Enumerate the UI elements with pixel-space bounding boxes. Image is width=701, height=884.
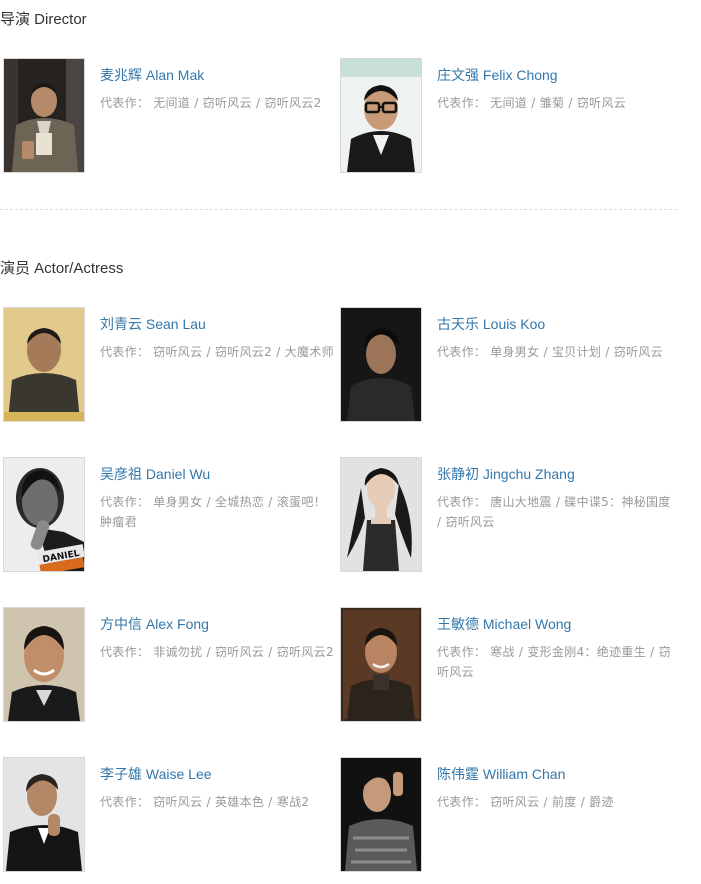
works-label: 代表作： xyxy=(437,96,487,110)
person-card: 张静初 Jingchu Zhang 代表作： 唐山大地震 / 碟中谍5：神秘国度 … xyxy=(337,457,674,572)
person-photo[interactable] xyxy=(340,58,422,173)
person-card: 王敏德 Michael Wong 代表作： 寒战 / 变形金刚4：绝迹重生 / 窃… xyxy=(337,607,674,722)
person-photo[interactable] xyxy=(3,607,85,722)
person-name-link[interactable]: 王敏德 Michael Wong xyxy=(437,615,671,633)
person-card: 方中信 Alex Fong 代表作： 非诚勿扰 / 窃听风云 / 窃听风云2 xyxy=(0,607,337,722)
person-photo[interactable] xyxy=(340,607,422,722)
representative-works: 代表作： 唐山大地震 / 碟中谍5：神秘国度 / 窃听风云 xyxy=(437,492,671,532)
works-list: 窃听风云 / 英雄本色 / 寒战2 xyxy=(153,795,310,809)
person-name-link[interactable]: 庄文强 Felix Chong xyxy=(437,66,671,84)
person-photo[interactable] xyxy=(3,307,85,422)
person-card: DANIEL 吴彦祖 Daniel Wu 代表作： 单身男女 / 全城热恋 / 滚… xyxy=(0,457,337,572)
person-card: 古天乐 Louis Koo 代表作： 单身男女 / 宝贝计划 / 窃听风云 xyxy=(337,307,674,422)
works-label: 代表作： xyxy=(437,645,487,659)
person-photo[interactable] xyxy=(3,757,85,872)
works-label: 代表作： xyxy=(100,96,150,110)
person-card: 刘青云 Sean Lau 代表作： 窃听风云 / 窃听风云2 / 大魔术师 xyxy=(0,307,337,422)
representative-works: 代表作： 窃听风云 / 前度 / 爵迹 xyxy=(437,792,671,812)
works-label: 代表作： xyxy=(437,345,487,359)
person-name-link[interactable]: 麦兆辉 Alan Mak xyxy=(100,66,334,84)
person-card: 麦兆辉 Alan Mak 代表作： 无间道 / 窃听风云 / 窃听风云2 xyxy=(0,58,337,173)
works-label: 代表作： xyxy=(437,795,487,809)
works-list: 无间道 / 窃听风云 / 窃听风云2 xyxy=(153,96,322,110)
works-label: 代表作： xyxy=(100,495,150,509)
section-divider xyxy=(0,209,677,210)
person-card: 陈伟霆 William Chan 代表作： 窃听风云 / 前度 / 爵迹 xyxy=(337,757,674,872)
person-photo[interactable] xyxy=(340,457,422,572)
representative-works: 代表作： 窃听风云 / 窃听风云2 / 大魔术师 xyxy=(100,342,334,362)
representative-works: 代表作： 无间道 / 窃听风云 / 窃听风云2 xyxy=(100,93,334,113)
person-name-link[interactable]: 刘青云 Sean Lau xyxy=(100,315,334,333)
representative-works: 代表作： 无间道 / 雏菊 / 窃听风云 xyxy=(437,93,671,113)
person-photo[interactable]: DANIEL xyxy=(3,457,85,572)
works-label: 代表作： xyxy=(100,345,150,359)
actor-section-title: 演员 Actor/Actress xyxy=(0,260,124,277)
person-name-link[interactable]: 方中信 Alex Fong xyxy=(100,615,334,633)
person-name-link[interactable]: 吴彦祖 Daniel Wu xyxy=(100,465,334,483)
person-photo[interactable] xyxy=(3,58,85,173)
representative-works: 代表作： 非诚勿扰 / 窃听风云 / 窃听风云2 xyxy=(100,642,334,662)
person-card: 李子雄 Waise Lee 代表作： 窃听风云 / 英雄本色 / 寒战2 xyxy=(0,757,337,872)
representative-works: 代表作： 寒战 / 变形金刚4：绝迹重生 / 窃听风云 xyxy=(437,642,671,682)
person-name-link[interactable]: 张静初 Jingchu Zhang xyxy=(437,465,671,483)
works-label: 代表作： xyxy=(100,645,150,659)
person-name-link[interactable]: 古天乐 Louis Koo xyxy=(437,315,671,333)
person-name-link[interactable]: 李子雄 Waise Lee xyxy=(100,765,334,783)
works-list: 窃听风云 / 前度 / 爵迹 xyxy=(490,795,614,809)
works-list: 单身男女 / 宝贝计划 / 窃听风云 xyxy=(490,345,663,359)
person-name-link[interactable]: 陈伟霆 William Chan xyxy=(437,765,671,783)
works-label: 代表作： xyxy=(100,795,150,809)
person-photo[interactable] xyxy=(340,757,422,872)
representative-works: 代表作： 窃听风云 / 英雄本色 / 寒战2 xyxy=(100,792,334,812)
person-card: 庄文强 Felix Chong 代表作： 无间道 / 雏菊 / 窃听风云 xyxy=(337,58,674,173)
works-list: 无间道 / 雏菊 / 窃听风云 xyxy=(490,96,627,110)
person-photo[interactable] xyxy=(340,307,422,422)
representative-works: 代表作： 单身男女 / 宝贝计划 / 窃听风云 xyxy=(437,342,671,362)
representative-works: 代表作： 单身男女 / 全城热恋 / 滚蛋吧！肿瘤君 xyxy=(100,492,334,532)
director-section-title: 导演 Director xyxy=(0,11,87,28)
works-list: 窃听风云 / 窃听风云2 / 大魔术师 xyxy=(153,345,334,359)
works-list: 非诚勿扰 / 窃听风云 / 窃听风云2 xyxy=(153,645,334,659)
works-label: 代表作： xyxy=(437,495,487,509)
